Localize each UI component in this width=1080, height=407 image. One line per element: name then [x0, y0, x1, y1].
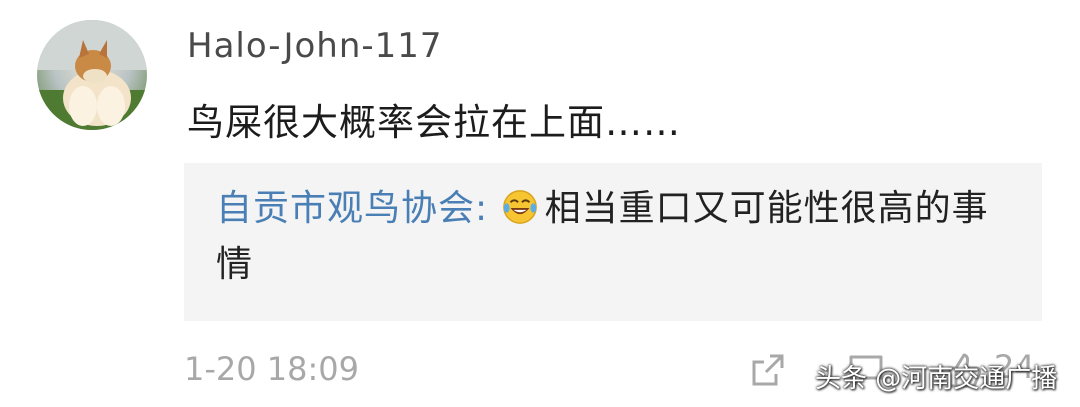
avatar[interactable]	[37, 20, 147, 130]
comment-username[interactable]: Halo-John-117	[187, 26, 443, 66]
share-button[interactable]	[748, 350, 788, 390]
watermark: 头条 @河南交通广播	[815, 364, 1058, 394]
reply-box[interactable]: 自贡市观鸟协会: 相当重口又可能性很高的事情	[184, 163, 1042, 321]
reply-content: 自贡市观鸟协会: 相当重口又可能性很高的事情	[216, 181, 1012, 293]
corgi-avatar-image	[37, 20, 147, 130]
share-icon	[752, 354, 784, 386]
reply-author[interactable]: 自贡市观鸟协会:	[216, 188, 488, 229]
laughing-tears-emoji-icon	[502, 190, 537, 224]
comment-text: 鸟屎很大概率会拉在上面……	[187, 101, 681, 144]
comment-timestamp: 1-20 18:09	[184, 350, 360, 388]
